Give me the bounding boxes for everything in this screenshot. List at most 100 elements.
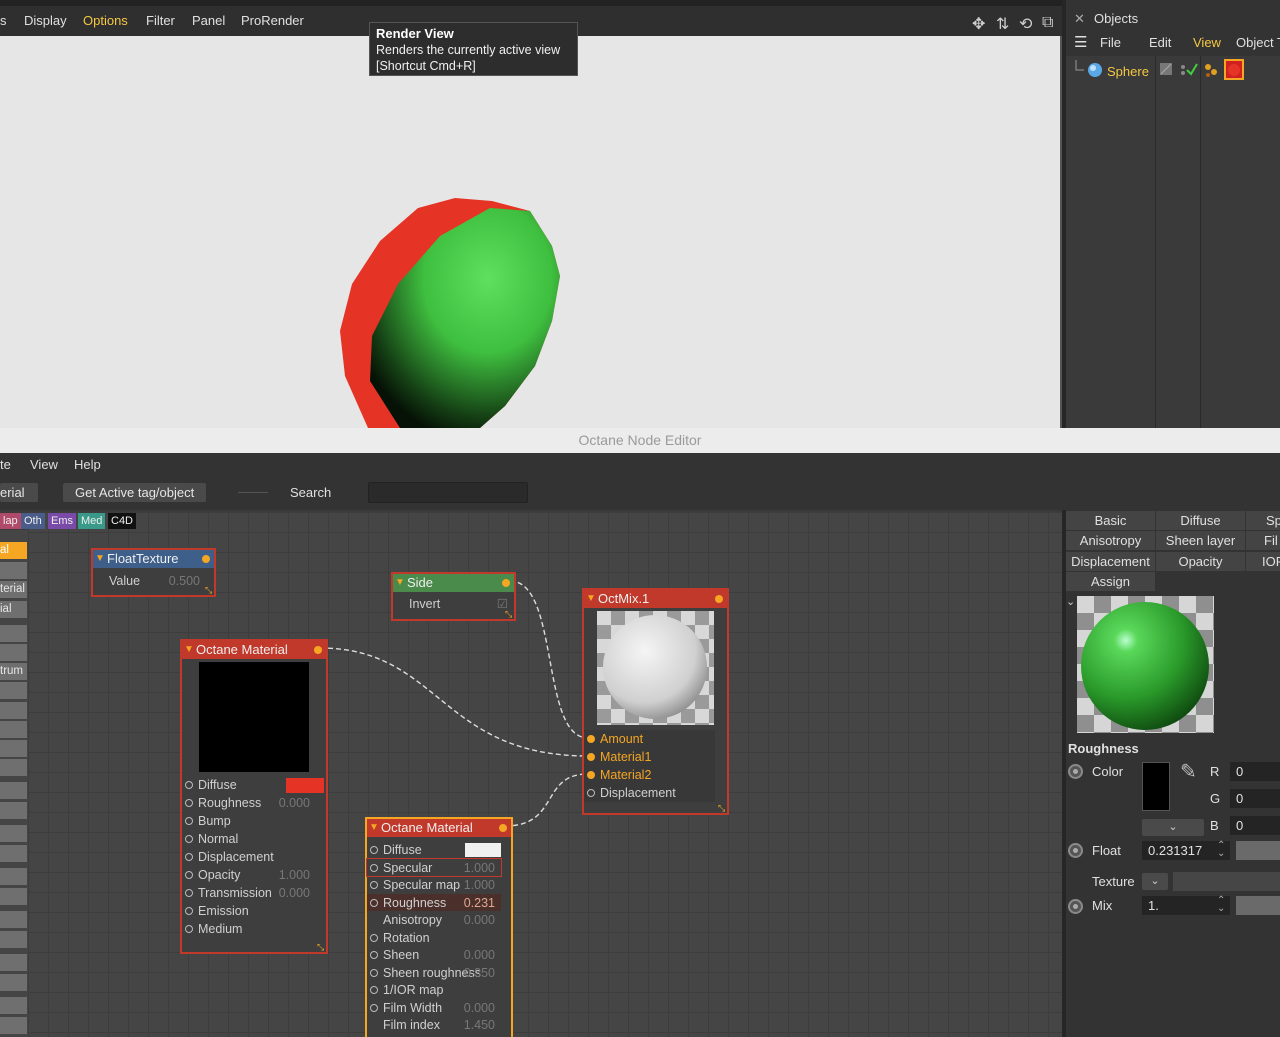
octane-material-node[interactable]: ▼ Octane Material Diffuse Specular 1.000 … [365,817,513,1037]
input-port[interactable] [370,968,378,977]
input-port[interactable] [370,1003,378,1012]
wire-material2-to-octmix[interactable] [504,773,589,827]
g-field[interactable]: 0 [1230,789,1280,808]
input-port[interactable] [370,898,378,907]
input-port[interactable] [185,799,193,807]
param-value[interactable]: 0.350 [464,964,495,982]
node-param-row[interactable]: Opacity 1.000 [182,866,316,884]
float-radio[interactable] [1068,843,1083,858]
object-list[interactable] [1066,56,1280,428]
input-port[interactable] [185,871,193,879]
hamburger-icon[interactable]: ☰ [1074,33,1087,51]
mix-stepper-icon[interactable]: ⌃ ⌄ [1217,896,1225,914]
mix-slider[interactable] [1236,896,1280,915]
objects-menu-view[interactable]: View [1193,35,1221,50]
color-radio[interactable] [1068,764,1083,779]
node-param-row[interactable]: Emission [182,902,316,920]
color-mode-dropdown[interactable]: ⌄ [1142,819,1204,836]
input-port[interactable] [185,925,193,933]
mix-radio[interactable] [1068,899,1083,914]
node-header[interactable]: ▼ FloatTexture [93,550,214,568]
object-list-column-divider[interactable] [1200,56,1201,428]
node-param-row[interactable]: Sheen 0.000 [367,946,501,964]
node-header[interactable]: ▼ OctMix.1 [584,590,727,608]
param-value[interactable]: 1.000 [279,866,310,884]
node-param-row[interactable]: 1/IOR map [367,981,501,999]
input-port[interactable] [587,735,595,743]
param-value[interactable]: 1.000 [464,876,495,894]
b-field[interactable]: 0 [1230,816,1280,835]
diffuse-color-swatch[interactable] [465,843,501,857]
node-param-row[interactable]: Specular map 1.000 [367,876,501,894]
param-value[interactable]: 0.231 [464,894,495,912]
node-param-row[interactable]: Transmission 0.000 [182,884,316,902]
input-port[interactable] [587,753,595,761]
node-param-row[interactable]: Amount [584,730,715,748]
node-param-row[interactable]: Roughness 0.231 [367,893,501,912]
float-slider[interactable] [1236,841,1280,860]
node-param-row[interactable]: Specular 1.000 [366,857,502,877]
eyedropper-icon[interactable]: ✎ [1180,759,1197,784]
node-param-row[interactable]: Film index 1.450 [367,1016,501,1034]
input-port[interactable] [370,846,378,854]
collapse-arrow-icon[interactable]: ▼ [369,819,379,837]
wire-material1-to-octmix[interactable] [319,647,589,757]
tab-assign[interactable]: Assign [1066,572,1155,591]
objects-menu-file[interactable]: File [1100,35,1121,50]
float-texture-node[interactable]: ▼ FloatTexture Value 0.500 ⤡ [91,548,216,597]
tab-sheen-layer[interactable]: Sheen layer [1156,531,1245,550]
tab-displacement[interactable]: Displacement [1066,552,1155,571]
octane-material-node[interactable]: ▼ Octane Material Diffuse Roughness 0.000… [180,639,328,954]
input-port[interactable] [185,907,193,915]
param-value[interactable]: 0.500 [169,572,200,590]
input-port[interactable] [587,771,595,779]
collapse-arrow-icon[interactable]: ▼ [395,574,405,592]
input-port[interactable] [370,863,378,872]
side-node[interactable]: ▼ Side Invert ☑ ⤡ [391,572,516,621]
node-header[interactable]: ▼ Octane Material [182,641,326,659]
tab-ior[interactable]: IOR [1246,552,1280,571]
collapse-arrow-icon[interactable]: ▼ [586,590,596,608]
tab-specular[interactable]: Sp [1246,511,1280,530]
texture-dropdown[interactable]: ⌄ [1142,873,1168,890]
node-param-row[interactable]: Sheen roughness 0.350 [367,964,501,982]
node-header[interactable]: ▼ Side [393,574,514,592]
resize-handle-icon[interactable]: ⤡ [317,943,325,952]
node-param-row[interactable]: Diffuse [182,776,324,794]
input-port[interactable] [185,853,193,861]
tab-opacity[interactable]: Opacity [1156,552,1245,571]
node-param-row[interactable]: Bump [182,812,316,830]
input-port[interactable] [370,986,378,994]
output-port[interactable] [715,595,723,603]
output-port[interactable] [314,646,322,654]
objects-menu-object[interactable]: Object [1236,35,1274,50]
tab-anisotropy[interactable]: Anisotropy [1066,531,1155,550]
node-param-row[interactable]: Roughness 0.000 [182,794,316,812]
object-name-sphere[interactable]: Sphere [1107,64,1149,79]
r-field[interactable]: 0 [1230,762,1280,781]
node-param-row[interactable]: Film Width 0.000 [367,999,501,1017]
resize-handle-icon[interactable]: ⤡ [205,586,213,595]
node-param-row[interactable]: Anisotropy 0.000 [367,911,501,929]
input-port[interactable] [370,881,378,889]
node-param-row[interactable]: Material1 [584,748,715,766]
param-value[interactable]: 0.000 [279,884,310,902]
node-header[interactable]: ▼ Octane Material [367,819,511,837]
node-param-row[interactable]: Displacement [182,848,316,866]
resize-handle-icon[interactable]: ⤡ [718,804,726,813]
diffuse-color-swatch[interactable] [286,778,324,793]
param-value[interactable]: 1.450 [464,1016,495,1034]
color-swatch[interactable] [1142,762,1170,811]
float-stepper-icon[interactable]: ⌃ ⌄ [1217,841,1225,859]
wire-side-to-amount[interactable] [509,580,589,739]
node-param-row[interactable]: Diffuse [367,841,501,859]
param-value[interactable]: 0.000 [464,946,495,964]
node-param-row[interactable]: Material2 [584,766,715,784]
node-param-row[interactable]: Displacement [584,784,715,802]
input-port[interactable] [185,817,193,825]
output-port[interactable] [502,579,510,587]
input-port[interactable] [185,781,193,789]
node-param-row[interactable]: Medium [182,920,316,938]
collapse-arrow-icon[interactable]: ▼ [184,641,194,659]
output-port[interactable] [499,824,507,832]
